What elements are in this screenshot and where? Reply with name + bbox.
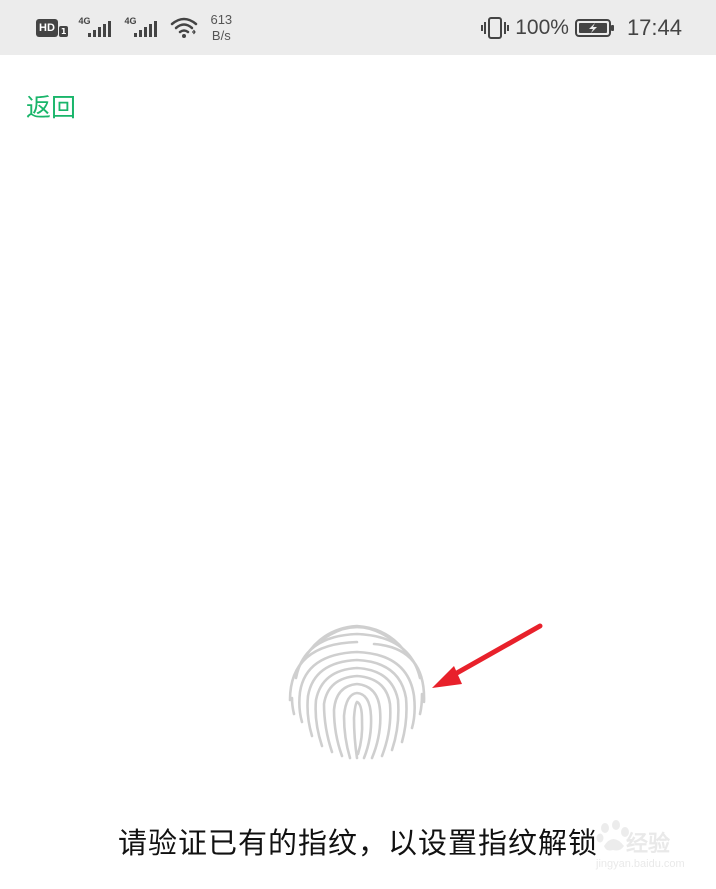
net-speed: 613 B/s	[210, 12, 232, 44]
battery-percent: 100%	[515, 15, 569, 39]
vibrate-icon	[481, 16, 510, 39]
back-button[interactable]: 返回	[26, 88, 76, 124]
fingerprint-verify-screen: HD 1 4G 4G 613 B/s 100% 17:44 返回 请验证已有的指…	[0, 0, 716, 889]
annotation-arrow	[432, 623, 543, 688]
watermark-url: jingyan.baidu.com	[596, 858, 685, 870]
battery-charging-icon	[574, 18, 614, 37]
wifi-icon	[170, 16, 200, 40]
net-speed-unit: B/s	[211, 27, 231, 43]
signal-4g-icon: 4G	[78, 16, 114, 40]
status-bar: HD 1 4G 4G 613 B/s 100% 17:44	[0, 0, 716, 55]
watermark-text: 经验	[626, 832, 671, 857]
hd-sub-label: 1	[58, 25, 69, 37]
hd-label: HD	[36, 18, 58, 37]
hd-volte-icon: HD 1	[36, 18, 69, 38]
baidu-jingyan-watermark: 经验 jingyan.baidu.com	[596, 812, 686, 878]
status-bar-left: HD 1 4G 4G 613 B/s	[36, 0, 232, 55]
net-speed-value: 613	[210, 11, 233, 27]
fingerprint-icon[interactable]	[284, 618, 430, 760]
status-bar-right: 100% 17:44	[481, 0, 682, 55]
signal-4g-icon: 4G	[124, 16, 160, 40]
clock: 17:44	[626, 14, 682, 40]
paw-logo-icon	[596, 820, 629, 851]
